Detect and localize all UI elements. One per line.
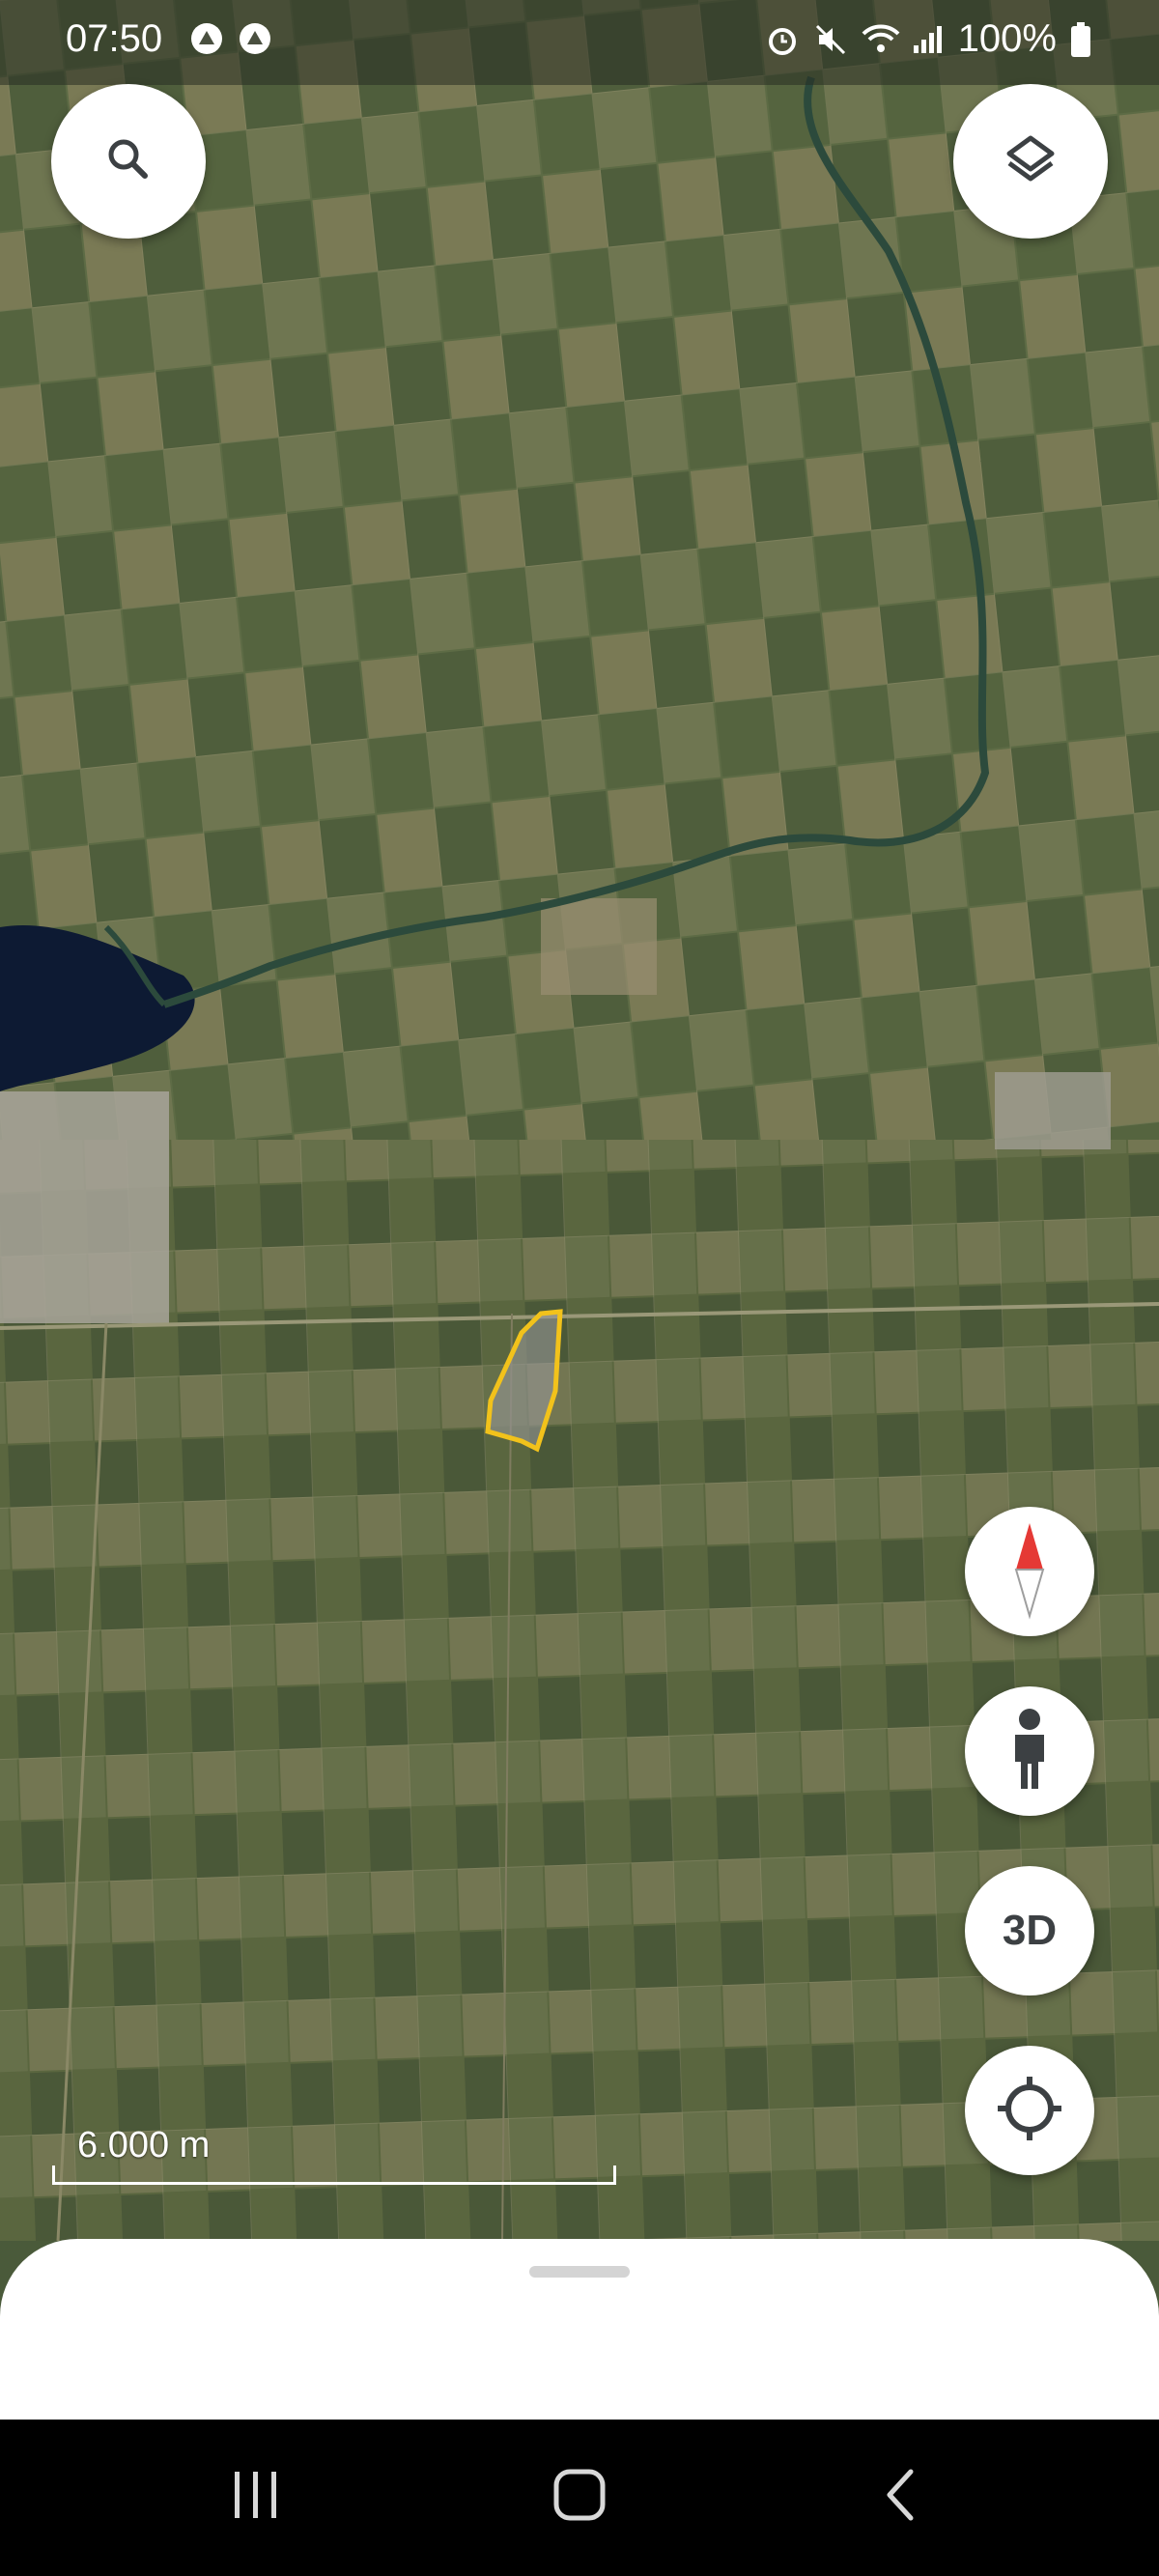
battery-icon xyxy=(1070,21,1105,57)
recents-icon xyxy=(227,2468,285,2527)
search-button[interactable] xyxy=(51,84,206,239)
battery-percent: 100% xyxy=(957,17,1057,60)
notification-a-icon xyxy=(189,21,224,56)
alarm-icon xyxy=(765,22,800,57)
sheet-drag-handle[interactable] xyxy=(529,2266,630,2278)
compass-icon xyxy=(1001,1519,1059,1625)
3d-label: 3D xyxy=(1002,1907,1058,1954)
layers-icon xyxy=(1002,130,1060,193)
compass-button[interactable] xyxy=(965,1507,1094,1636)
system-nav-bar xyxy=(0,2420,1159,2576)
back-icon xyxy=(874,2466,932,2529)
wifi-icon xyxy=(862,22,900,57)
home-button[interactable] xyxy=(522,2458,637,2535)
scale-label: 6.000 m xyxy=(77,2125,211,2166)
status-time: 07:50 xyxy=(66,17,163,60)
back-button[interactable] xyxy=(845,2458,961,2535)
my-location-button[interactable] xyxy=(965,2046,1094,2175)
notification-b-icon xyxy=(238,21,272,56)
map-scale: 6.000 m xyxy=(52,2125,618,2185)
street-view-button[interactable] xyxy=(965,1686,1094,1816)
bottom-sheet[interactable] xyxy=(0,2239,1159,2422)
signal-icon xyxy=(910,22,945,57)
recents-button[interactable] xyxy=(198,2458,314,2535)
status-bar: 07:50 100% xyxy=(0,0,1159,85)
layers-button[interactable] xyxy=(953,84,1108,239)
3d-toggle-button[interactable]: 3D xyxy=(965,1866,1094,1996)
my-location-icon xyxy=(994,2073,1065,2149)
search-icon xyxy=(102,133,155,190)
mute-icon xyxy=(813,22,848,57)
home-icon xyxy=(551,2466,608,2529)
scale-bar xyxy=(52,2166,616,2185)
pegman-icon xyxy=(1005,1708,1054,1796)
